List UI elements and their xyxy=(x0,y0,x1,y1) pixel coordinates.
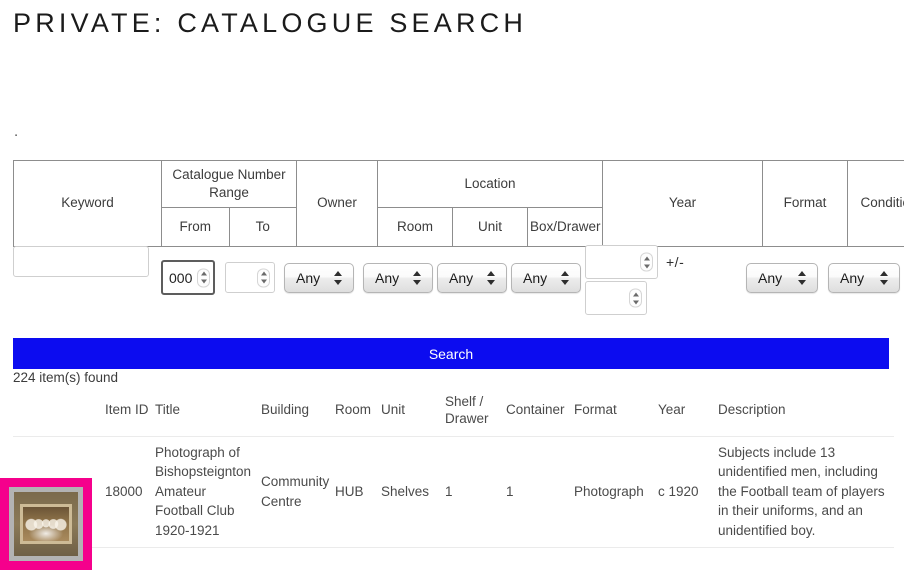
cell-description: Subjects include 13 unidentified men, in… xyxy=(718,436,894,547)
col-header-description: Description xyxy=(718,390,894,436)
table-row[interactable]: 18000 Photograph of Bishopsteignton Amat… xyxy=(13,436,894,547)
chevron-updown-icon xyxy=(487,270,495,286)
col-header-container: Container xyxy=(506,390,574,436)
cell-unit: Shelves xyxy=(381,436,445,547)
header-cat-from: From xyxy=(162,208,230,247)
col-header-format: Format xyxy=(574,390,658,436)
results-table: Item ID Title Building Room Unit Shelf /… xyxy=(13,390,894,548)
year-from-stepper[interactable] xyxy=(585,245,658,279)
search-criteria-header-table: Keyword Catalogue Number Range Owner Loc… xyxy=(13,160,904,247)
cell-item-id: 18000 xyxy=(105,436,155,547)
chevron-updown-icon xyxy=(334,270,342,286)
year-from-input[interactable] xyxy=(585,245,658,279)
cell-container: 1 xyxy=(506,436,574,547)
cell-title: Photograph of Bishopsteignton Amateur Fo… xyxy=(155,436,261,547)
result-thumbnail-cell[interactable] xyxy=(13,436,105,547)
header-location: Location xyxy=(378,161,603,208)
photograph-image xyxy=(23,507,69,541)
header-keyword: Keyword xyxy=(14,161,162,247)
unit-select[interactable]: Any xyxy=(437,263,507,293)
col-header-unit: Unit xyxy=(381,390,445,436)
catalogue-to-stepper[interactable] xyxy=(225,262,275,293)
format-select-value: Any xyxy=(758,270,782,286)
search-button[interactable]: Search xyxy=(13,338,889,369)
header-cat-to: To xyxy=(229,208,297,247)
col-header-item-id: Item ID xyxy=(105,390,155,436)
year-tolerance-stepper[interactable] xyxy=(585,281,647,315)
condition-select-value: Any xyxy=(840,270,864,286)
thumbnail-inner-frame xyxy=(9,487,83,561)
thumbnail-highlight-frame[interactable] xyxy=(0,478,92,570)
chevron-updown-icon xyxy=(880,270,888,286)
cell-building: Community Centre xyxy=(261,436,335,547)
header-owner: Owner xyxy=(297,161,378,247)
box-drawer-select[interactable]: Any xyxy=(511,263,581,293)
year-tolerance-input[interactable] xyxy=(585,281,647,315)
room-select-value: Any xyxy=(375,270,399,286)
format-select[interactable]: Any xyxy=(746,263,818,293)
owner-select-value: Any xyxy=(296,270,320,286)
photograph-thumbnail xyxy=(14,492,78,556)
header-room: Room xyxy=(378,208,453,247)
year-plus-minus-label: +/- xyxy=(666,254,684,270)
col-header-thumbnail xyxy=(13,390,105,436)
chevron-updown-icon xyxy=(798,270,806,286)
header-unit: Unit xyxy=(453,208,528,247)
header-format: Format xyxy=(763,161,848,247)
box-drawer-select-value: Any xyxy=(523,270,547,286)
owner-select[interactable]: Any xyxy=(284,263,354,293)
header-box-drawer: Box/Drawer xyxy=(528,208,603,247)
catalogue-to-input[interactable] xyxy=(225,262,275,293)
catalogue-from-stepper[interactable] xyxy=(161,260,215,295)
col-header-title: Title xyxy=(155,390,261,436)
header-catalogue-number-range: Catalogue Number Range xyxy=(162,161,297,208)
results-header-row: Item ID Title Building Room Unit Shelf /… xyxy=(13,390,894,436)
cell-year: c 1920 xyxy=(658,436,718,547)
cell-room: HUB xyxy=(335,436,381,547)
col-header-shelf-drawer: Shelf / Drawer xyxy=(445,390,506,436)
col-header-room: Room xyxy=(335,390,381,436)
page-title: PRIVATE: CATALOGUE SEARCH xyxy=(13,8,527,39)
condition-select[interactable]: Any xyxy=(828,263,900,293)
room-select[interactable]: Any xyxy=(363,263,433,293)
search-criteria-inputs: Any Any Any Any +/- Any Any xyxy=(13,246,895,322)
keyword-input[interactable] xyxy=(13,246,149,277)
chevron-updown-icon xyxy=(561,270,569,286)
cell-format: Photograph xyxy=(574,436,658,547)
stray-text: . xyxy=(14,124,18,139)
chevron-updown-icon xyxy=(413,270,421,286)
cell-shelf-drawer: 1 xyxy=(445,436,506,547)
catalogue-from-input[interactable] xyxy=(161,260,215,295)
header-year: Year xyxy=(603,161,763,247)
col-header-year: Year xyxy=(658,390,718,436)
unit-select-value: Any xyxy=(449,270,473,286)
results-count: 224 item(s) found xyxy=(13,370,118,385)
photograph-mount xyxy=(20,504,72,544)
col-header-building: Building xyxy=(261,390,335,436)
header-condition: Condition xyxy=(848,161,904,247)
